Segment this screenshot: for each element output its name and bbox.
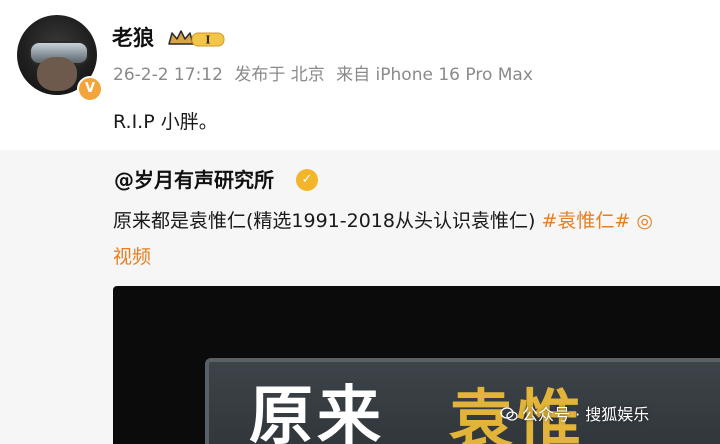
video-link-label[interactable]: 视频 <box>113 246 151 268</box>
hashtag-link[interactable]: #袁惟仁# <box>541 210 630 232</box>
video-link-icon[interactable]: ◎ <box>636 210 653 232</box>
verified-v-icon: V <box>77 76 103 102</box>
thumbnail-title-white: 原来 <box>249 379 385 444</box>
watermark: 公众号 · 搜狐娱乐 <box>500 404 649 426</box>
reposted-card[interactable]: @岁月有声研究所 ✓ 原来都是袁惟仁(精选1991-2018从头认识袁惟仁) #… <box>0 150 720 444</box>
post-content: R.I.P 小胖。 <box>113 111 218 133</box>
post-source[interactable]: 来自 iPhone 16 Pro Max <box>336 65 533 85</box>
post-location: 发布于 北京 <box>234 65 325 85</box>
repost-text: 原来都是袁惟仁(精选1991-2018从头认识袁惟仁) #袁惟仁# ◎ 视频 <box>113 203 720 275</box>
repost-body: 原来都是袁惟仁(精选1991-2018从头认识袁惟仁) <box>113 210 536 232</box>
verified-check-icon: ✓ <box>296 169 318 191</box>
wechat-icon <box>500 407 518 421</box>
username[interactable]: 老狼 <box>112 24 154 52</box>
vip-level-text: I <box>205 34 210 47</box>
avatar-face <box>37 57 77 91</box>
post-meta: 26-2-2 17:12 发布于 北京 来自 iPhone 16 Pro Max <box>113 63 539 87</box>
weibo-post: V 老狼 I 26-2-2 17:12 发布于 北京 来自 iPhone 16 … <box>0 0 720 150</box>
vip-crown-icon: I <box>168 30 225 47</box>
watermark-text: 公众号 · 搜狐娱乐 <box>522 405 650 424</box>
video-thumbnail-panel: 原来 袁惟 <box>205 358 720 444</box>
post-time: 26-2-2 17:12 <box>113 65 223 85</box>
repost-author[interactable]: @岁月有声研究所 <box>114 166 274 194</box>
